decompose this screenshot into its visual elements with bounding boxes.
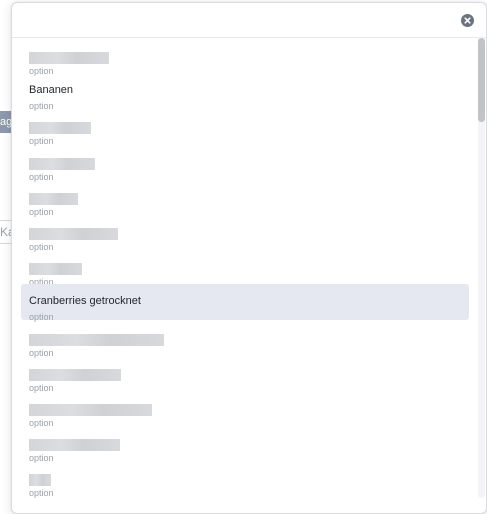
option-subtitle: option <box>29 488 54 499</box>
redacted-option-title <box>29 52 109 64</box>
list-item[interactable]: option <box>21 144 469 182</box>
options-list-viewport[interactable]: option Bananen option option option option opt… <box>12 38 486 508</box>
list-item[interactable]: Bananen option <box>21 73 469 111</box>
redacted-option-title <box>29 368 121 381</box>
redacted-option-title <box>29 263 82 276</box>
redacted-option-title <box>29 192 78 205</box>
list-item[interactable]: option <box>21 108 469 146</box>
redacted-option-title <box>29 439 120 452</box>
scrollbar-thumb[interactable] <box>478 38 485 122</box>
close-icon[interactable] <box>461 14 474 27</box>
redacted-option-title <box>29 403 152 416</box>
list-item[interactable]: option <box>21 355 469 393</box>
list-item[interactable]: option <box>21 425 469 463</box>
option-title: Cranberries getrocknet <box>29 295 141 308</box>
redacted-option-title <box>29 157 95 170</box>
redacted-option-title <box>29 333 164 346</box>
list-item[interactable]: option <box>21 320 469 358</box>
redacted-option-title <box>29 122 91 135</box>
list-item[interactable]: option <box>21 214 469 252</box>
option-picker-modal: option Bananen option option option option opt… <box>11 2 487 514</box>
redacted-option-title <box>29 227 118 240</box>
list-item[interactable]: Cranberries getrocknet option <box>21 284 469 322</box>
list-item[interactable]: option <box>21 38 469 76</box>
list-item[interactable]: option <box>21 179 469 217</box>
options-list: option Bananen option option option option opt… <box>21 38 469 499</box>
modal-header <box>12 3 486 38</box>
option-title: Bananen <box>29 84 74 97</box>
redacted-option-title <box>29 474 51 487</box>
list-item[interactable]: option <box>21 249 469 287</box>
list-item[interactable]: option <box>21 460 469 499</box>
list-item[interactable]: option <box>21 390 469 428</box>
